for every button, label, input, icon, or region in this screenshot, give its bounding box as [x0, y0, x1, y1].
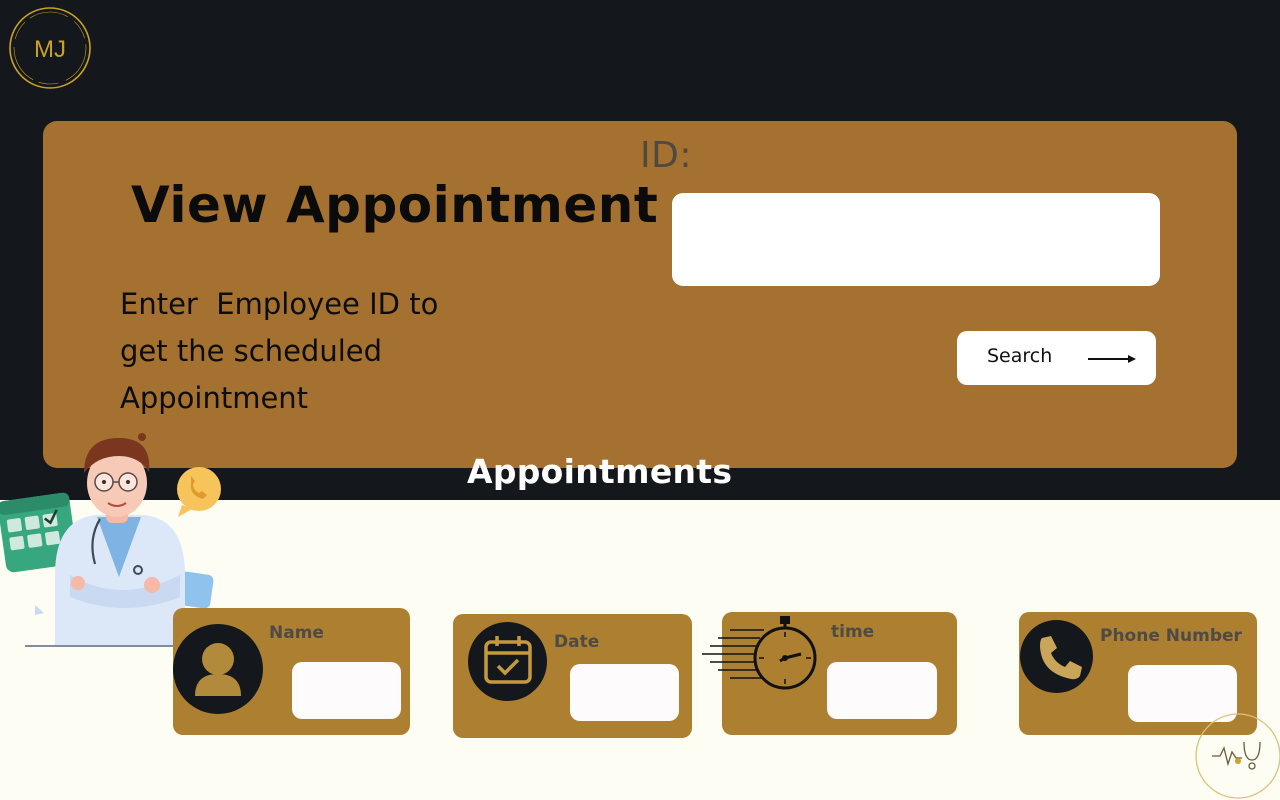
page-title: View Appointment — [131, 176, 659, 234]
name-label: Name — [269, 623, 324, 643]
search-button-label: Search — [987, 345, 1053, 367]
time-label: time — [831, 622, 875, 642]
name-card: Name — [173, 608, 410, 735]
medical-stamp-icon — [1195, 713, 1280, 799]
appointments-heading: Appointments — [467, 452, 733, 491]
date-card: Date — [453, 614, 692, 738]
svg-text:MJ: MJ — [34, 36, 66, 63]
calendar-check-icon — [468, 622, 547, 701]
mj-logo: MJ — [9, 7, 91, 89]
employee-id-input[interactable] — [672, 193, 1160, 286]
time-field[interactable] — [827, 662, 937, 719]
arrow-right-icon — [1088, 355, 1136, 363]
id-label: ID: — [640, 135, 692, 176]
name-field[interactable] — [292, 662, 401, 719]
view-appointment-panel: ID: View Appointment Enter Employee ID t… — [43, 121, 1237, 468]
phone-number-label: Phone Number — [1100, 626, 1242, 646]
stopwatch-icon — [702, 616, 817, 690]
instruction-text: Enter Employee ID to get the scheduled A… — [120, 287, 448, 415]
search-button[interactable]: Search — [957, 331, 1156, 385]
phone-icon — [1020, 620, 1093, 693]
date-label: Date — [554, 632, 600, 652]
user-icon — [173, 624, 263, 714]
date-field[interactable] — [570, 664, 679, 721]
